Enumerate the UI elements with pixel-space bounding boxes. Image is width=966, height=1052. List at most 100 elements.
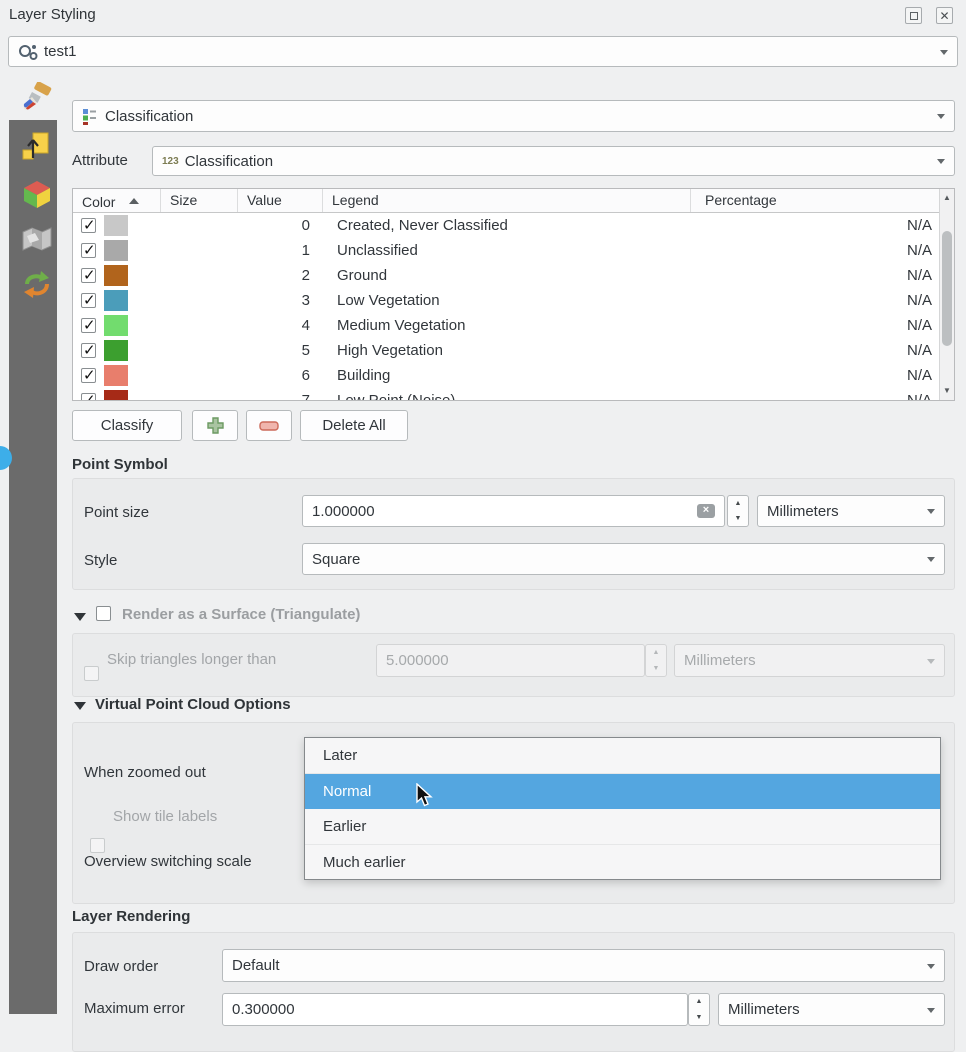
row-visibility-checkbox[interactable] <box>81 343 96 358</box>
tab-symbology[interactable] <box>21 82 53 114</box>
renderer-select[interactable]: Classification <box>72 100 955 132</box>
when-zoomed-out-dropdown-list: Later Normal Earlier Much earlier <box>304 737 941 880</box>
draw-order-label: Draw order <box>84 958 158 975</box>
row-visibility-checkbox[interactable] <box>81 368 96 383</box>
table-row[interactable]: 3 Low Vegetation N/A <box>73 288 939 313</box>
mouse-cursor <box>415 783 439 809</box>
cell-legend: Medium Vegetation <box>323 317 691 334</box>
row-visibility-checkbox[interactable] <box>81 243 96 258</box>
tab-history[interactable] <box>21 268 53 300</box>
color-swatch[interactable] <box>104 240 128 261</box>
color-swatch[interactable] <box>104 215 128 236</box>
table-row[interactable]: 1 Unclassified N/A <box>73 238 939 263</box>
cell-percentage: N/A <box>691 317 939 334</box>
cell-value: 1 <box>238 242 323 259</box>
scrollbar-thumb[interactable] <box>942 231 952 346</box>
table-row[interactable]: 5 High Vegetation N/A <box>73 338 939 363</box>
chevron-down-icon <box>937 114 945 119</box>
cell-percentage: N/A <box>691 242 939 259</box>
color-swatch[interactable] <box>104 315 128 336</box>
cell-legend: Unclassified <box>323 242 691 259</box>
draw-order-select[interactable]: Default <box>222 949 945 982</box>
remove-category-button[interactable] <box>246 410 292 441</box>
dropdown-option[interactable]: Much earlier <box>305 845 940 881</box>
column-header-legend[interactable]: Legend <box>323 189 691 212</box>
add-category-button[interactable] <box>192 410 238 441</box>
color-swatch[interactable] <box>104 265 128 286</box>
table-row[interactable]: 7 Low Point (Noise) N/A <box>73 388 939 401</box>
chevron-down-icon <box>927 964 935 969</box>
column-header-percentage[interactable]: Percentage <box>691 189 939 212</box>
row-visibility-checkbox[interactable] <box>81 268 96 283</box>
dropdown-option[interactable]: Earlier <box>305 809 940 845</box>
classify-button[interactable]: Classify <box>72 410 182 441</box>
collapse-triangle-icon[interactable] <box>74 613 86 621</box>
cell-legend: Low Vegetation <box>323 292 691 309</box>
spin-down-icon[interactable]: ▼ <box>689 1010 709 1026</box>
row-visibility-checkbox[interactable] <box>81 218 96 233</box>
clear-field-icon[interactable]: × <box>697 504 715 518</box>
point-size-spinner[interactable]: ▲ ▼ <box>727 495 749 527</box>
row-visibility-checkbox[interactable] <box>81 318 96 333</box>
skip-triangles-unit-select[interactable]: Millimeters <box>674 644 945 677</box>
layer-selector[interactable]: test1 <box>8 36 958 67</box>
color-swatch[interactable] <box>104 290 128 311</box>
delete-all-button[interactable]: Delete All <box>300 410 408 441</box>
row-visibility-checkbox[interactable] <box>81 293 96 308</box>
scroll-up-icon[interactable]: ▲ <box>940 191 954 205</box>
point-size-input[interactable]: 1.000000 × <box>302 495 725 527</box>
color-swatch[interactable] <box>104 390 128 401</box>
cell-legend: Building <box>323 367 691 384</box>
column-header-color[interactable]: Color <box>73 189 161 212</box>
skip-triangles-input[interactable]: 5.000000 <box>376 644 645 677</box>
tab-elevation[interactable] <box>21 130 53 162</box>
cell-legend: Low Point (Noise) <box>323 392 691 401</box>
spin-down-icon: ▼ <box>646 661 666 677</box>
tab-3d-view[interactable] <box>21 178 53 210</box>
table-scrollbar[interactable]: ▲ ▼ <box>939 189 954 400</box>
float-panel-button[interactable] <box>905 7 922 24</box>
table-row[interactable]: 6 Building N/A <box>73 363 939 388</box>
scroll-down-icon[interactable]: ▼ <box>940 384 954 398</box>
attribute-select-value: Classification <box>185 153 273 170</box>
column-header-size[interactable]: Size <box>161 189 238 212</box>
color-swatch[interactable] <box>104 340 128 361</box>
close-icon: ✕ <box>939 10 949 22</box>
skip-triangles-checkbox[interactable] <box>84 666 99 681</box>
tab-metadata[interactable] <box>21 226 53 258</box>
maximum-error-spinner[interactable]: ▲ ▼ <box>688 993 710 1026</box>
chevron-down-icon <box>937 159 945 164</box>
point-size-unit-select[interactable]: Millimeters <box>757 495 945 527</box>
cube-3d-icon <box>21 178 53 210</box>
cell-legend: Created, Never Classified <box>323 217 691 234</box>
maximum-error-label: Maximum error <box>84 1000 185 1017</box>
collapse-triangle-icon[interactable] <box>74 702 86 710</box>
attribute-select[interactable]: 123 Classification <box>152 146 955 176</box>
maximum-error-input[interactable]: 0.300000 <box>222 993 688 1026</box>
column-header-value[interactable]: Value <box>238 189 323 212</box>
layer-rendering-heading: Layer Rendering <box>72 908 190 925</box>
history-arrows-icon <box>21 268 53 302</box>
cell-percentage: N/A <box>691 217 939 234</box>
cell-legend: High Vegetation <box>323 342 691 359</box>
cell-value: 2 <box>238 267 323 284</box>
table-row[interactable]: 0 Created, Never Classified N/A <box>73 213 939 238</box>
maximum-error-unit-select[interactable]: Millimeters <box>718 993 945 1026</box>
chevron-down-icon <box>927 659 935 664</box>
style-select[interactable]: Square <box>302 543 945 575</box>
spin-up-icon[interactable]: ▲ <box>728 496 748 511</box>
table-row[interactable]: 4 Medium Vegetation N/A <box>73 313 939 338</box>
skip-triangles-spinner[interactable]: ▲ ▼ <box>645 644 667 677</box>
map-icon <box>21 226 53 256</box>
color-swatch[interactable] <box>104 365 128 386</box>
dropdown-option[interactable]: Normal <box>305 774 940 810</box>
close-panel-button[interactable]: ✕ <box>936 7 953 24</box>
dropdown-option[interactable]: Later <box>305 738 940 774</box>
spin-down-icon[interactable]: ▼ <box>728 511 748 526</box>
row-visibility-checkbox[interactable] <box>81 393 96 401</box>
spin-up-icon[interactable]: ▲ <box>689 994 709 1010</box>
show-tile-labels-checkbox[interactable] <box>90 838 105 853</box>
table-row[interactable]: 2 Ground N/A <box>73 263 939 288</box>
classification-renderer-icon <box>82 107 97 125</box>
render-surface-checkbox[interactable] <box>96 606 111 621</box>
